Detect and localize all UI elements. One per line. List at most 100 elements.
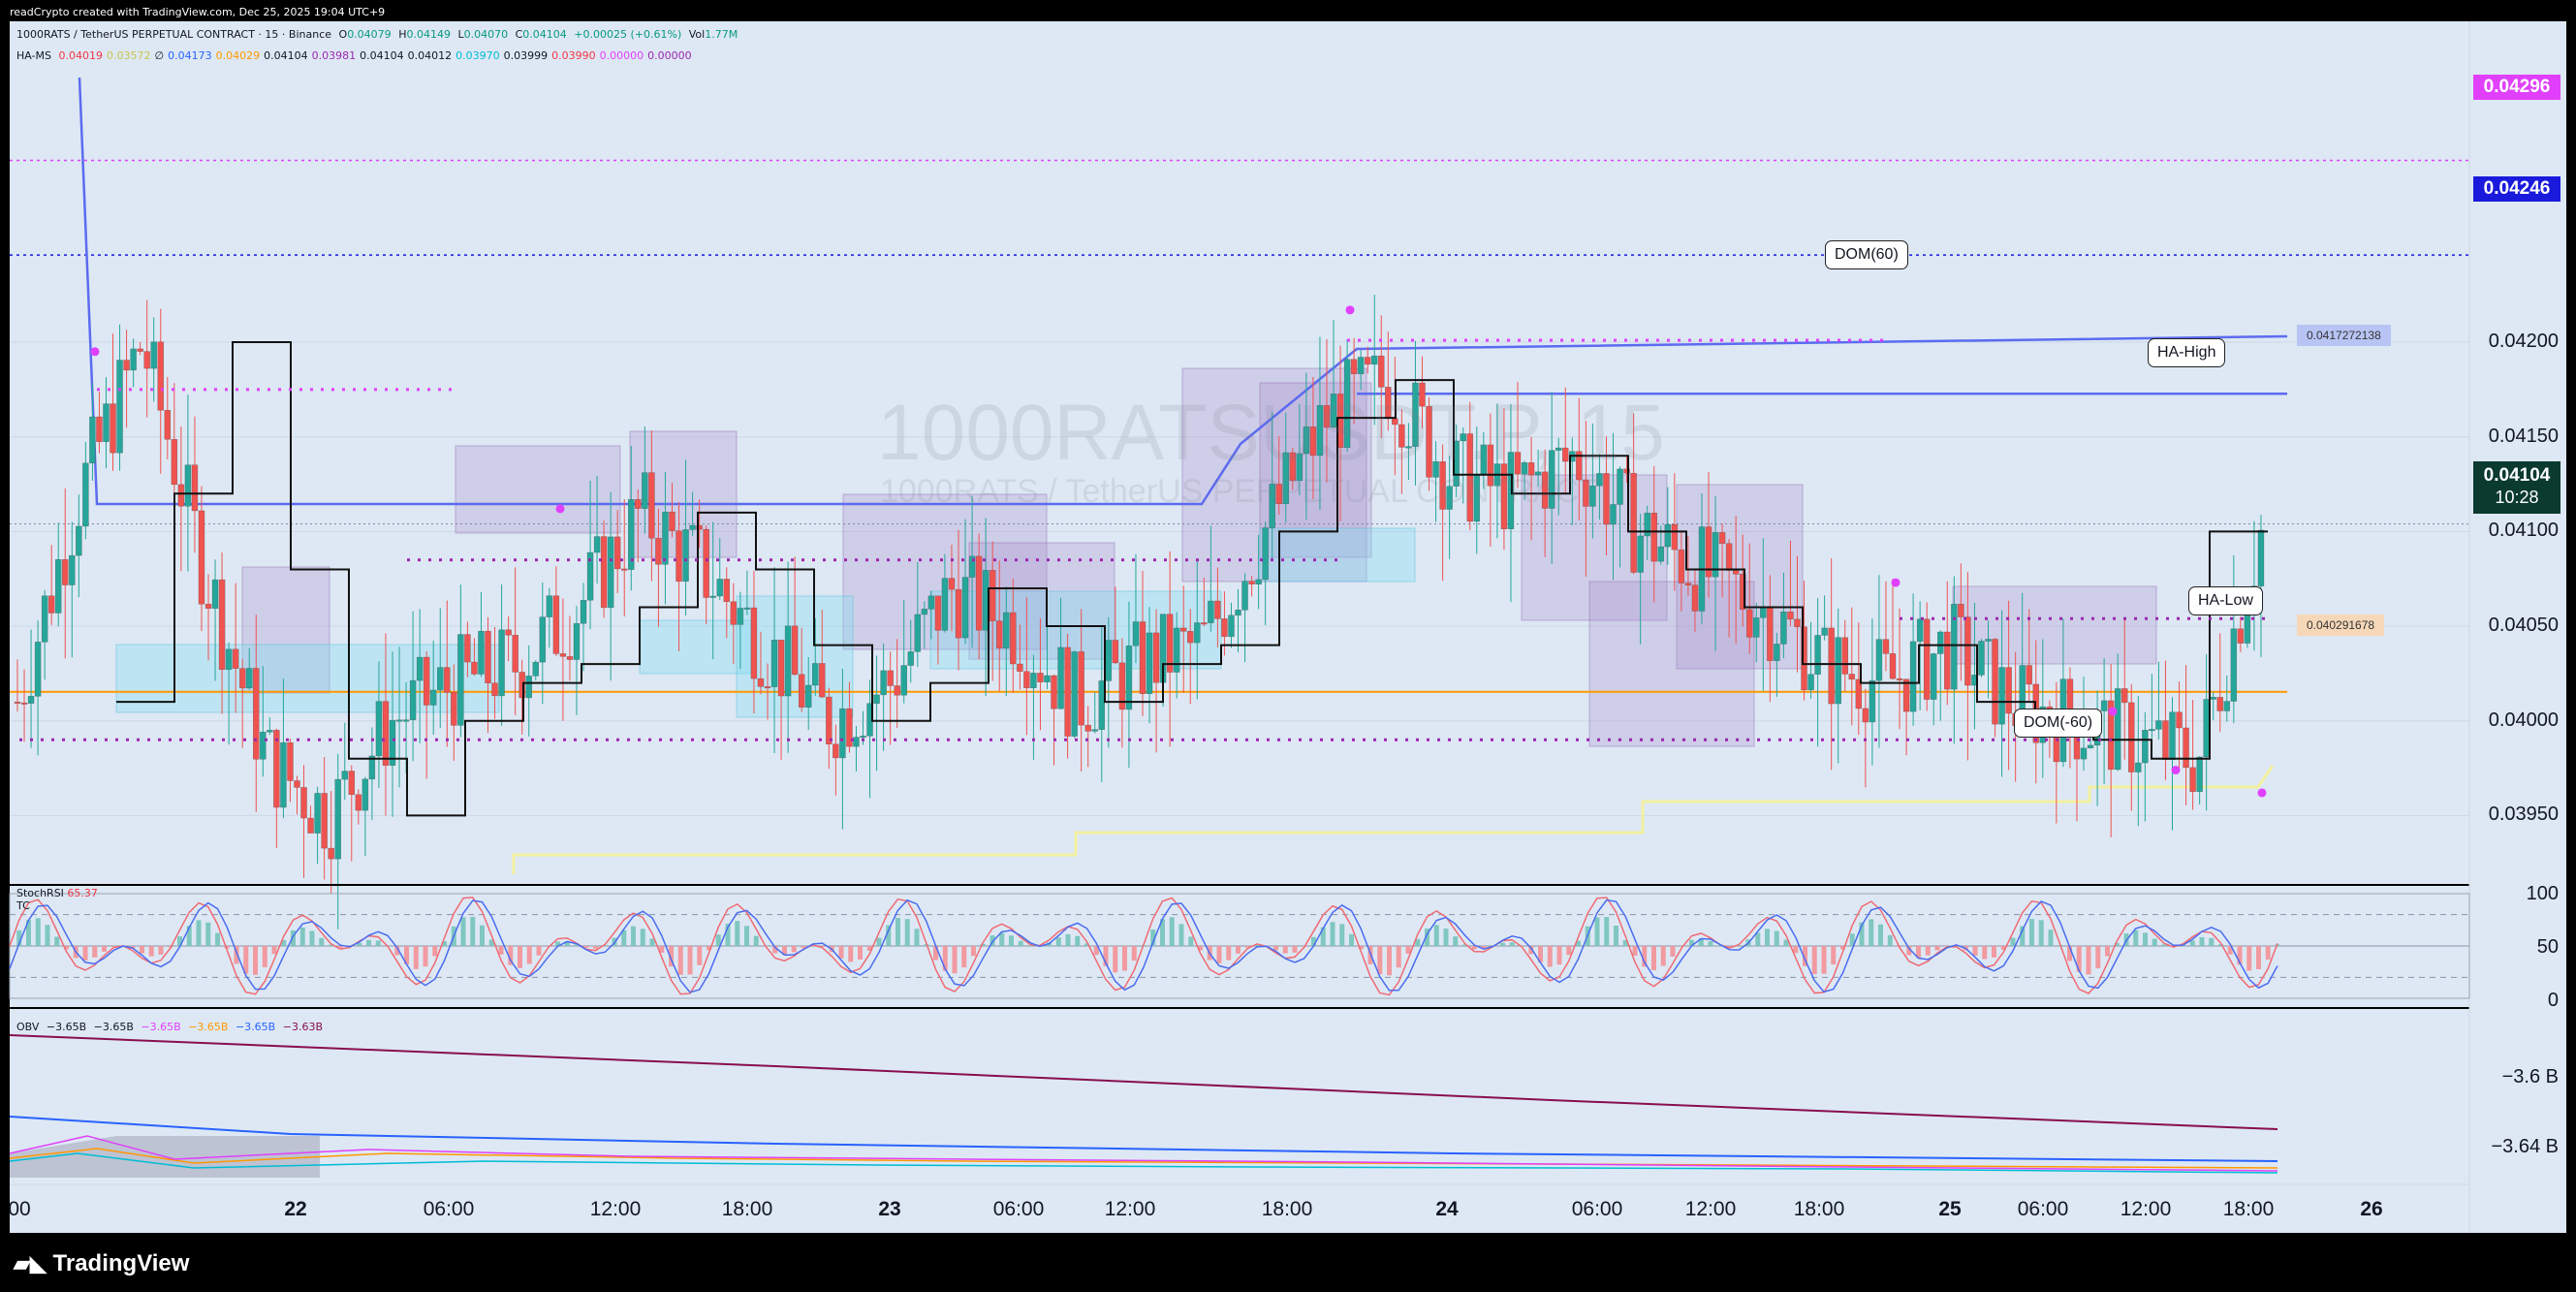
dom-dot — [1816, 338, 1819, 342]
dom-dot — [1963, 616, 1966, 620]
stoch-histogram-bar — [158, 946, 164, 955]
range-box-cyan — [1259, 527, 1416, 583]
candle-body — [123, 360, 130, 371]
dom-dot — [1047, 558, 1050, 562]
time-tick: 18:00 — [1793, 1198, 1845, 1220]
candle-body — [1828, 627, 1835, 705]
bar-countdown: 10:28 — [2495, 488, 2539, 507]
symbol-title[interactable]: 1000RATS / TetherUS PERPETUAL CONTRACT ·… — [16, 28, 331, 41]
dom-dot — [1906, 738, 1909, 741]
candle-body — [948, 578, 956, 590]
candle-body — [1902, 678, 1910, 712]
stoch-histogram-bar — [1075, 935, 1081, 946]
stoch-histogram-bar — [140, 946, 144, 954]
candle-body — [348, 771, 356, 796]
dom-dot — [225, 388, 228, 392]
dom-dot — [267, 388, 270, 392]
dom-dot — [1838, 338, 1840, 342]
candle-body — [1064, 646, 1071, 737]
dom-dot — [1171, 738, 1174, 741]
stoch-histogram-bar — [196, 920, 202, 946]
dom-dot — [1089, 558, 1092, 562]
candle-body — [47, 595, 55, 614]
dom-dot — [1970, 738, 1973, 741]
dom-dot — [780, 558, 783, 562]
dom-dot — [161, 388, 164, 392]
dom-dot — [872, 738, 875, 741]
stoch-histogram-bar — [952, 946, 958, 974]
candle-body — [409, 679, 417, 720]
dom-dot — [1032, 738, 1035, 741]
dom-dot — [851, 738, 854, 741]
candle-body — [757, 678, 765, 687]
candle-body — [491, 682, 498, 697]
stoch-histogram-bar — [942, 946, 948, 971]
signal-dot — [1891, 578, 1901, 587]
candle-body — [416, 656, 424, 681]
dom-dot — [1949, 738, 1952, 741]
dom-dot — [374, 388, 377, 392]
dom-dot — [2027, 616, 2030, 620]
dom-dot — [1699, 338, 1702, 342]
dom-dot — [2045, 738, 2048, 741]
tradingview-logo[interactable]: ▰◣ TradingView — [14, 1250, 189, 1277]
dom-dot — [2230, 616, 2233, 620]
stoch-histogram-bar — [858, 946, 863, 960]
candle-body — [1235, 610, 1241, 616]
dom-dot — [787, 738, 790, 741]
stoch-histogram-bar — [299, 927, 305, 946]
stoch-histogram-bar — [2246, 946, 2252, 971]
dom-dot — [1496, 338, 1499, 342]
obv-value: −3.65B — [46, 1021, 87, 1033]
stoch-rsi-legend[interactable]: StochRSI 65.37 — [16, 887, 98, 899]
obv-legend[interactable]: OBV −3.65B −3.65B −3.65B −3.65B −3.65B −… — [16, 1021, 323, 1033]
candle-body — [1603, 473, 1610, 525]
dom-dot — [403, 738, 406, 741]
stoch-histogram-bar — [1651, 946, 1656, 970]
dom-dot — [1981, 738, 1984, 741]
stoch-histogram-bar — [1113, 946, 1118, 973]
stoch-histogram-bar — [593, 946, 598, 949]
candle-body — [96, 416, 103, 443]
dom-dot — [1995, 616, 1998, 620]
stoch-histogram-bar — [971, 946, 976, 957]
dom-dot — [524, 558, 527, 562]
ha-ms-value: 0.04104 — [360, 49, 404, 62]
dom-dot — [1373, 738, 1376, 741]
dom-dot — [427, 388, 430, 392]
dom-dot — [1057, 558, 1060, 562]
dom-dot — [876, 558, 879, 562]
chart-canvas[interactable] — [0, 0, 2576, 1292]
stoch-histogram-bar — [480, 925, 485, 946]
candle-body — [1650, 513, 1657, 562]
dom-dot — [1518, 338, 1521, 342]
stoch-histogram-bar — [2029, 919, 2034, 946]
candle-body — [2087, 744, 2094, 749]
dom-dot — [1025, 558, 1028, 562]
candle-body — [437, 667, 444, 691]
dom-dot — [407, 558, 410, 562]
dom-dot — [1139, 738, 1142, 741]
candle-body — [1187, 631, 1194, 644]
dom-dot — [712, 738, 715, 741]
dom-dot — [1217, 558, 1220, 562]
stoch-histogram-bar — [2095, 946, 2101, 969]
ha-ms-legend[interactable]: HA-MS 0.04019 0.03572 ∅ 0.04173 0.04029 0.041… — [16, 49, 696, 62]
symbol-header[interactable]: 1000RATS / TetherUS PERPETUAL CONTRACT ·… — [16, 28, 741, 41]
dom-dot — [1079, 558, 1082, 562]
candle-body — [525, 676, 532, 699]
candle-body — [559, 653, 567, 657]
time-tick: 00 — [8, 1198, 31, 1220]
dom-dot — [865, 558, 868, 562]
dom-dot — [1288, 738, 1291, 741]
dom-dot — [584, 738, 587, 741]
ha-ms-value: 0.03981 — [311, 49, 357, 62]
ha-ms-label[interactable]: HA-MS — [16, 49, 51, 62]
candle-body — [2237, 628, 2245, 644]
dom-dot — [936, 738, 939, 741]
obv-value: −3.65B — [90, 1021, 134, 1033]
stoch-histogram-bar — [687, 946, 693, 975]
dom-dot — [887, 558, 890, 562]
candle-body — [1132, 621, 1140, 646]
dom-dot — [738, 558, 740, 562]
